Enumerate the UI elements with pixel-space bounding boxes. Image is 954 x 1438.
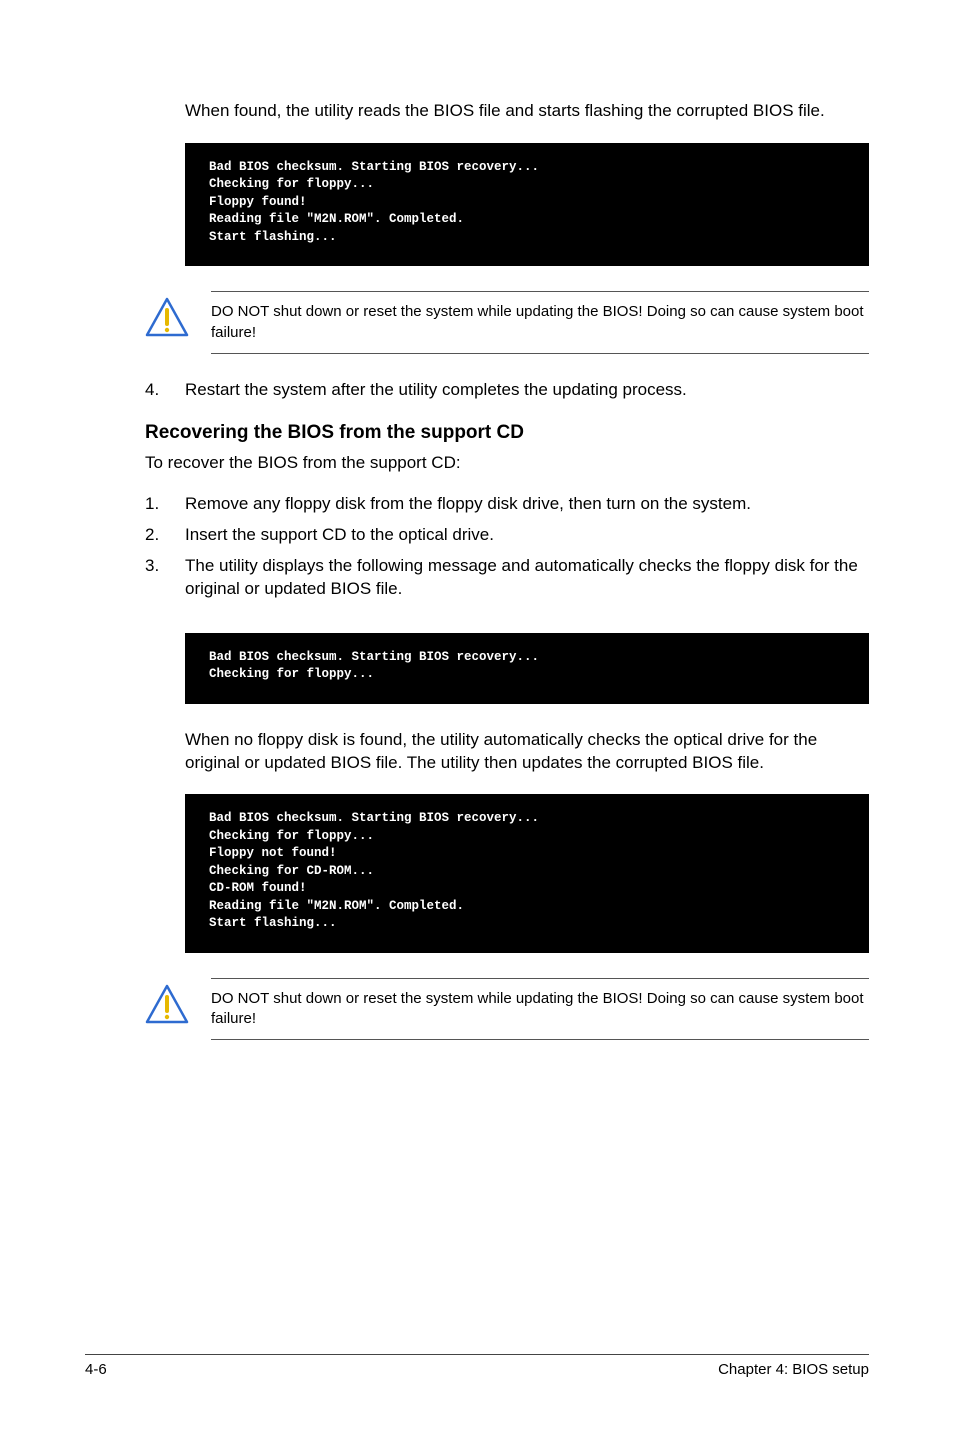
footer-chapter: Chapter 4: BIOS setup — [718, 1361, 869, 1378]
list-number: 4. — [145, 379, 185, 402]
footer-page-number: 4-6 — [85, 1361, 107, 1378]
warning-icon — [145, 297, 189, 337]
terminal-output-3: Bad BIOS checksum. Starting BIOS recover… — [185, 794, 869, 953]
warning-text-1: DO NOT shut down or reset the system whi… — [211, 291, 869, 354]
list-number: 1. — [145, 493, 185, 516]
list-item: 4. Restart the system after the utility … — [145, 379, 869, 402]
warning-icon — [145, 984, 189, 1024]
list-item: 2. Insert the support CD to the optical … — [145, 524, 869, 547]
warning-text-2: DO NOT shut down or reset the system whi… — [211, 978, 869, 1041]
list-item: 1. Remove any floppy disk from the flopp… — [145, 493, 869, 516]
list-text: The utility displays the following messa… — [185, 555, 869, 601]
list-text: Remove any floppy disk from the floppy d… — [185, 493, 869, 516]
section-heading: Recovering the BIOS from the support CD — [145, 422, 869, 444]
terminal-output-2: Bad BIOS checksum. Starting BIOS recover… — [185, 633, 869, 704]
intro-paragraph: When found, the utility reads the BIOS f… — [185, 100, 869, 123]
list-text: Restart the system after the utility com… — [185, 379, 869, 402]
terminal-output-1: Bad BIOS checksum. Starting BIOS recover… — [185, 143, 869, 267]
list-item: 3. The utility displays the following me… — [145, 555, 869, 601]
warning-callout-1: DO NOT shut down or reset the system whi… — [145, 291, 869, 354]
warning-callout-2: DO NOT shut down or reset the system whi… — [145, 978, 869, 1041]
section-subtext: To recover the BIOS from the support CD: — [145, 452, 869, 475]
list-text: Insert the support CD to the optical dri… — [185, 524, 869, 547]
list-number: 2. — [145, 524, 185, 547]
list-number: 3. — [145, 555, 185, 601]
after-terminal2-paragraph: When no floppy disk is found, the utilit… — [185, 729, 869, 775]
page-footer: 4-6 Chapter 4: BIOS setup — [85, 1354, 869, 1378]
